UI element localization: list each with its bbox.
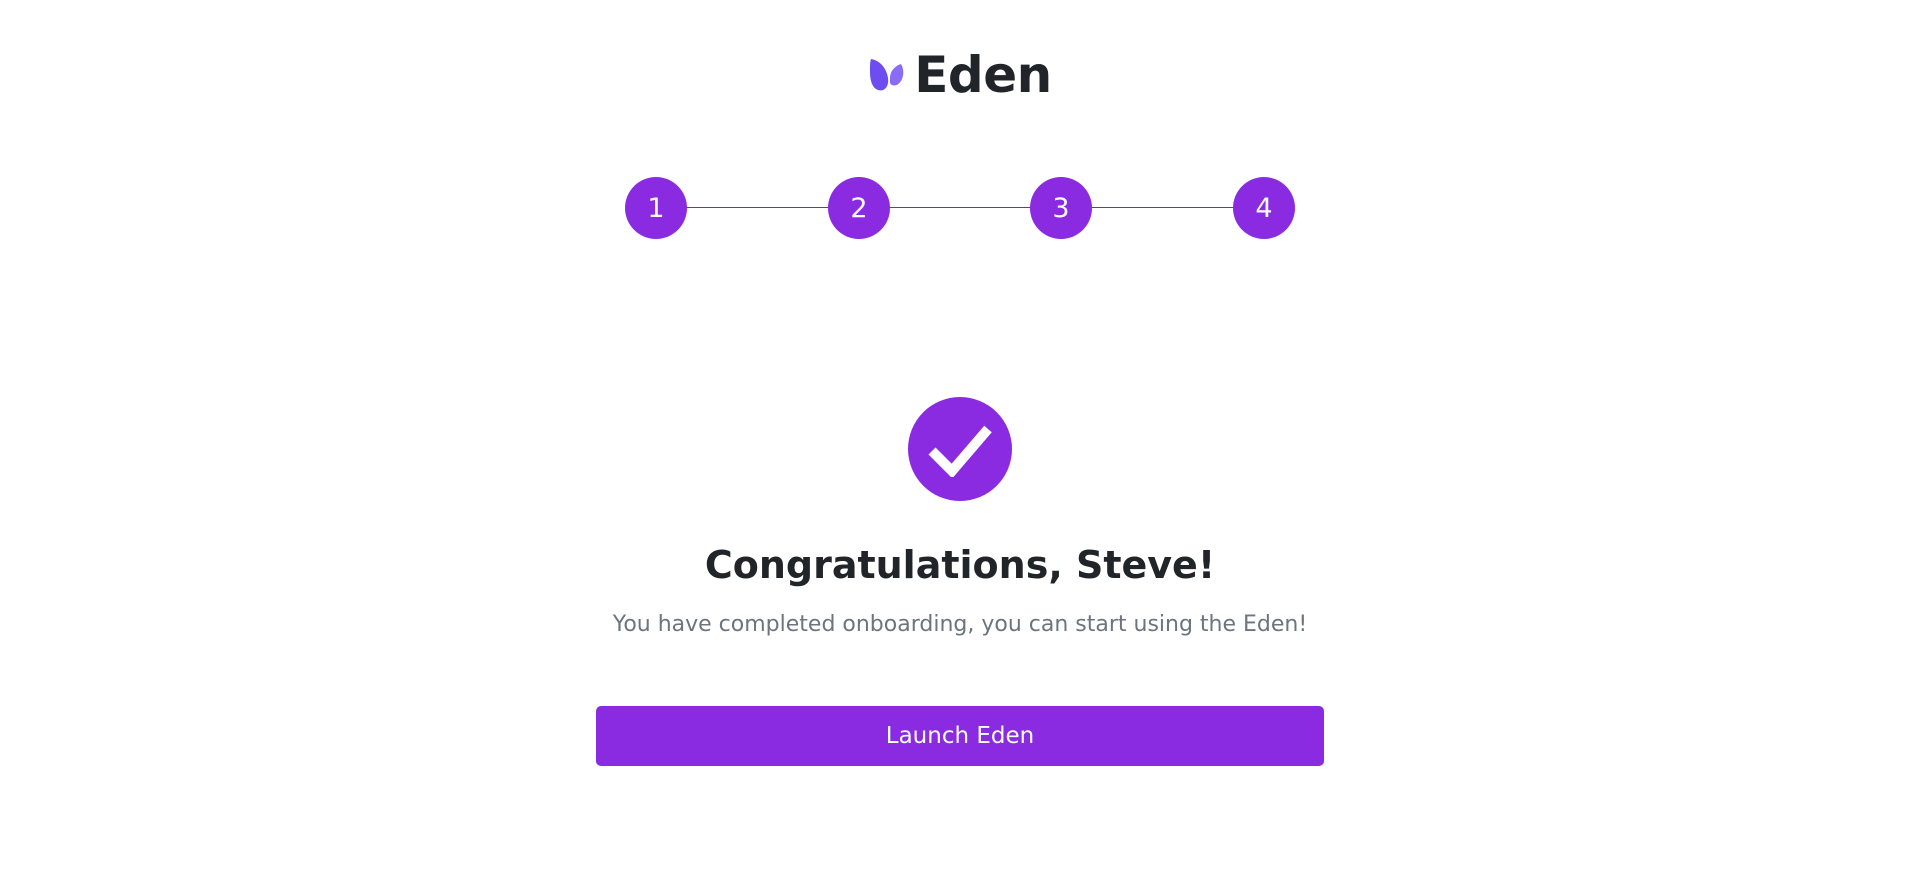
onboarding-complete-page: Eden 1 2 3 4 Congratulations, Steve! You… xyxy=(0,0,1920,892)
checkmark-icon xyxy=(928,425,992,477)
onboarding-stepper: 1 2 3 4 xyxy=(625,177,1295,239)
step-3[interactable]: 3 xyxy=(1030,177,1092,239)
check-circle-icon xyxy=(908,397,1012,501)
eden-leaf-logo-icon xyxy=(870,59,904,91)
stepper-connector-line xyxy=(655,207,1265,208)
step-4[interactable]: 4 xyxy=(1233,177,1295,239)
launch-eden-button[interactable]: Launch Eden xyxy=(596,706,1324,766)
completion-message: You have completed onboarding, you can s… xyxy=(612,612,1308,637)
brand-header: Eden xyxy=(0,50,1920,100)
completion-title: Congratulations, Steve! xyxy=(704,543,1216,587)
step-1[interactable]: 1 xyxy=(625,177,687,239)
brand-name: Eden xyxy=(914,46,1052,104)
step-2[interactable]: 2 xyxy=(828,177,890,239)
